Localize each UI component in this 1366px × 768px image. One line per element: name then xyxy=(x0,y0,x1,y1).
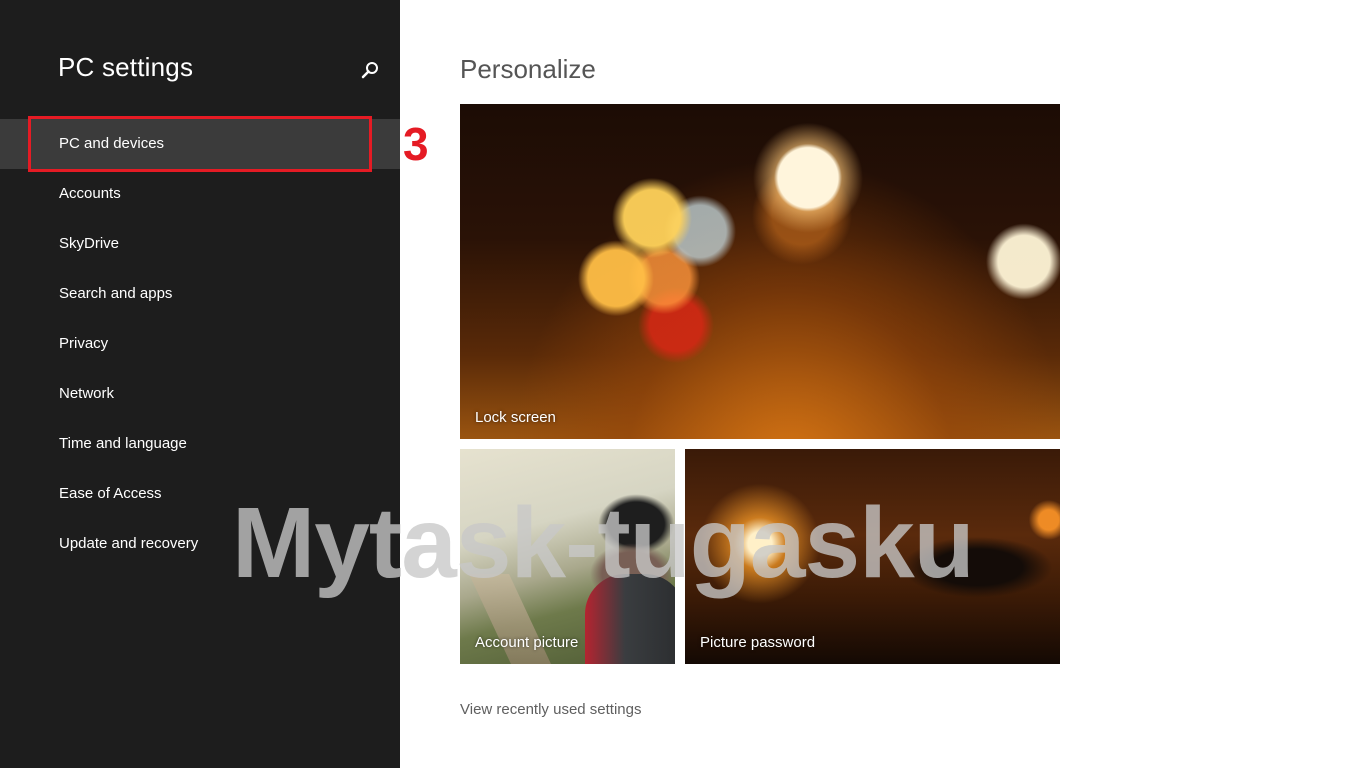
sidebar-item-label: Time and language xyxy=(59,435,187,452)
sidebar-nav: PC and devices Accounts SkyDrive Search … xyxy=(0,119,400,569)
sidebar-item-label: Network xyxy=(59,385,115,402)
sidebar-item-skydrive[interactable]: SkyDrive xyxy=(0,219,400,269)
view-recent-settings-link[interactable]: View recently used settings xyxy=(460,701,642,718)
sidebar-item-label: Ease of Access xyxy=(59,485,162,502)
account-picture-label: Account picture xyxy=(475,634,579,651)
sidebar-item-accounts[interactable]: Accounts xyxy=(0,169,400,219)
sidebar-item-network[interactable]: Network xyxy=(0,369,400,419)
sidebar-item-ease-of-access[interactable]: Ease of Access xyxy=(0,469,400,519)
lock-screen-label: Lock screen xyxy=(475,409,556,426)
sidebar-item-label: Accounts xyxy=(59,185,121,202)
picture-password-tile[interactable]: Picture password xyxy=(685,449,1060,664)
pc-settings-screen: PC settings PC and devices Accounts SkyD… xyxy=(0,0,1366,768)
sidebar-item-time-and-language[interactable]: Time and language xyxy=(0,419,400,469)
sidebar-item-pc-and-devices[interactable]: PC and devices xyxy=(0,119,400,169)
sidebar-item-update-and-recovery[interactable]: Update and recovery xyxy=(0,519,400,569)
sidebar-item-label: PC and devices xyxy=(59,135,165,152)
sidebar-title: PC settings xyxy=(58,52,194,82)
sidebar-item-label: Update and recovery xyxy=(59,535,199,552)
page-title: Personalize xyxy=(460,54,596,84)
account-picture-tile[interactable]: Account picture xyxy=(460,449,675,664)
sidebar-item-search-and-apps[interactable]: Search and apps xyxy=(0,269,400,319)
sidebar-item-privacy[interactable]: Privacy xyxy=(0,319,400,369)
sidebar-item-label: Search and apps xyxy=(59,285,173,302)
picture-password-label: Picture password xyxy=(700,634,816,651)
sidebar-item-label: Privacy xyxy=(59,335,109,352)
settings-sidebar: PC settings PC and devices Accounts SkyD… xyxy=(0,0,400,768)
annotation-step-number: 3 xyxy=(403,118,429,170)
sidebar-item-label: SkyDrive xyxy=(59,235,120,252)
search-icon[interactable] xyxy=(360,60,380,80)
lock-screen-tile[interactable]: Lock screen xyxy=(460,104,1060,439)
tile-image-person xyxy=(585,574,675,664)
